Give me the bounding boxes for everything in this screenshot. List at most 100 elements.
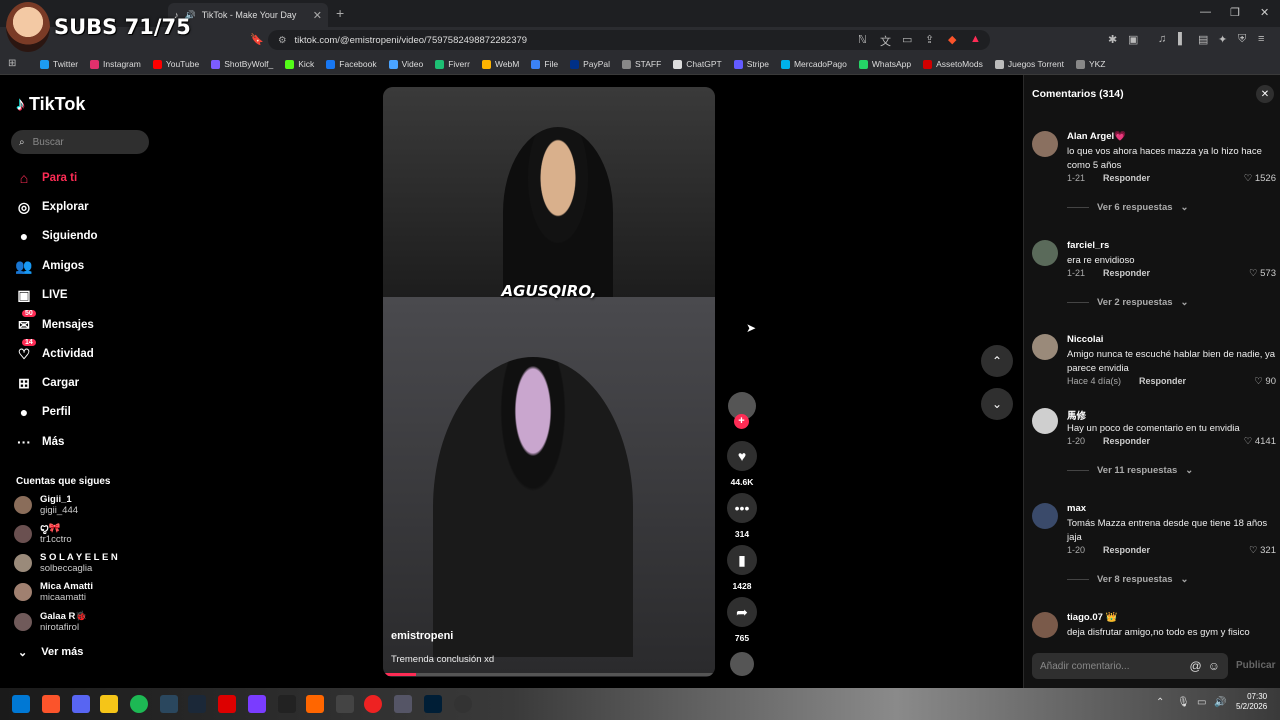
comment-button[interactable]: ••• 314 <box>726 493 758 539</box>
bookmark-item[interactable]: ChatGPT <box>667 59 727 69</box>
search-input[interactable]: ⌕ Buscar <box>11 130 149 154</box>
avatar[interactable] <box>1032 334 1058 360</box>
new-tab-button[interactable]: + <box>336 5 344 21</box>
close-tab-icon[interactable]: ✕ <box>313 9 322 22</box>
sound-disc[interactable] <box>730 652 754 676</box>
bookmark-item[interactable]: Stripe <box>728 59 775 69</box>
emoji-icon[interactable]: ☺ <box>1208 659 1220 673</box>
wallet-icon[interactable]: ▤ <box>1198 33 1208 46</box>
game-icon[interactable] <box>218 695 236 713</box>
app-icon-orange[interactable] <box>306 695 324 713</box>
following-account[interactable]: ꨄ︎🎀 tr1cctro <box>14 523 72 545</box>
close-window-button[interactable]: ✕ <box>1260 6 1269 19</box>
translate-icon[interactable]: 文 <box>880 33 891 49</box>
extensions-icon[interactable]: ✱ <box>1108 33 1117 46</box>
vpn-icon[interactable]: ⛨ <box>1238 33 1246 46</box>
comment-username[interactable]: Niccolai <box>1067 334 1103 345</box>
taskbar-clock[interactable]: 07:30 5/2/2026 <box>1236 692 1267 712</box>
share-button[interactable]: ➦ 765 <box>726 597 758 643</box>
maximize-button[interactable]: ❐ <box>1230 6 1240 19</box>
steam-icon[interactable] <box>188 695 206 713</box>
next-video-button[interactable]: ⌄ <box>981 388 1013 420</box>
sidebar-item-friends[interactable]: 👥 Amigos <box>15 258 84 274</box>
browser-tab[interactable]: ♪ 🔊 TikTok - Make Your Day ✕ <box>168 3 328 27</box>
avatar[interactable] <box>1032 612 1058 638</box>
music-icon[interactable]: ♫ <box>1158 33 1166 45</box>
avatar[interactable] <box>1032 131 1058 157</box>
previous-video-button[interactable]: ⌃ <box>981 345 1013 377</box>
reader-icon[interactable]: ℕ <box>858 33 867 46</box>
following-account[interactable]: S O L A Y E L E Nsolbeccaglia <box>14 552 118 574</box>
brave-rewards-icon[interactable]: ▲ <box>970 33 981 45</box>
cast-icon[interactable]: ▭ <box>902 33 912 46</box>
obs-icon[interactable] <box>454 695 472 713</box>
sidebar-item-home[interactable]: ⌂ Para ti <box>16 170 77 186</box>
sidebar-item-messages[interactable]: ✉ 50 Mensajes <box>16 310 94 333</box>
following-account[interactable]: Galaa R🐞 nirotafirol <box>14 611 87 633</box>
menu-icon[interactable]: ≡ <box>1258 33 1264 45</box>
sidebar-item-following[interactable]: ● Siguiendo <box>16 228 98 244</box>
sidebar-icon[interactable]: ▌ <box>1178 33 1186 45</box>
view-replies-button[interactable]: Ver 6 respuestas ⌄ <box>1067 202 1189 213</box>
mention-icon[interactable]: @ <box>1190 659 1202 673</box>
volume-icon[interactable]: 🔊 <box>1214 697 1226 708</box>
reply-button[interactable]: Responder <box>1103 173 1150 183</box>
view-replies-button[interactable]: Ver 8 respuestas ⌄ <box>1067 574 1189 585</box>
discord-icon[interactable] <box>72 695 90 713</box>
publish-button[interactable]: Publicar <box>1236 660 1275 671</box>
reply-button[interactable]: Responder <box>1139 376 1186 386</box>
app-icon-shield[interactable] <box>394 695 412 713</box>
file-explorer-icon[interactable] <box>100 695 118 713</box>
bookmark-item[interactable]: Twitter <box>34 59 84 69</box>
reply-button[interactable]: Responder <box>1103 436 1150 446</box>
sidebar-item-more[interactable]: ··· Más <box>16 434 64 450</box>
comment-username[interactable]: 馬修 <box>1067 408 1086 422</box>
comment-like-button[interactable]: ♡ 321 <box>1249 545 1276 556</box>
start-windows-icon[interactable] <box>12 695 30 713</box>
save-button[interactable]: ▮ 1428 <box>726 545 758 591</box>
bookmark-item[interactable]: Video <box>383 59 430 69</box>
bookmark-item[interactable]: WhatsApp <box>853 59 917 69</box>
brave-shield-icon[interactable]: ◆ <box>948 33 956 46</box>
comment-like-button[interactable]: ♡ 4141 <box>1244 436 1276 447</box>
network-icon[interactable]: ▭ <box>1197 697 1206 708</box>
comment-username[interactable]: max <box>1067 503 1086 514</box>
add-comment-input[interactable]: Añadir comentario... @ ☺ <box>1032 653 1228 679</box>
sidebar-item-profile[interactable]: ● Perfil <box>16 404 71 420</box>
reply-button[interactable]: Responder <box>1103 268 1150 278</box>
leo-ai-icon[interactable]: ✦ <box>1218 33 1227 46</box>
comment-username[interactable]: farciel_rs <box>1067 240 1109 251</box>
bookmark-item[interactable]: STAFF <box>616 59 667 69</box>
bookmark-item[interactable]: Juegos Torrent <box>989 59 1070 69</box>
view-replies-button[interactable]: Ver 11 respuestas ⌄ <box>1067 465 1193 476</box>
bookmark-item[interactable]: AssetoMods <box>917 59 989 69</box>
bookmark-item[interactable]: YKZ <box>1070 59 1112 69</box>
video-progress-bar[interactable] <box>383 673 715 676</box>
bookmark-item[interactable]: MercadoPago <box>775 59 853 69</box>
comment-like-button[interactable]: ♡ 1526 <box>1244 173 1276 184</box>
view-replies-button[interactable]: Ver 2 respuestas ⌄ <box>1067 297 1189 308</box>
screenshot-icon[interactable]: ▣ <box>1128 33 1138 46</box>
reply-button[interactable]: Responder <box>1103 545 1150 555</box>
video-player[interactable]: AGUSQIRO, emistropeni Tremenda conclusió… <box>383 87 715 677</box>
bookmark-item[interactable]: PayPal <box>564 59 616 69</box>
bookmark-item[interactable]: File <box>525 59 564 69</box>
capcut-icon[interactable] <box>278 695 296 713</box>
tray-chevron-icon[interactable]: ⌃ <box>1156 697 1164 708</box>
spotify-icon[interactable] <box>130 695 148 713</box>
site-info-icon[interactable]: ⚙ <box>278 35 287 46</box>
bookmark-item[interactable]: Instagram <box>84 59 147 69</box>
photoshop-icon[interactable] <box>424 695 442 713</box>
following-account[interactable]: Mica Amatti micaamatti <box>14 581 93 603</box>
video-author[interactable]: emistropeni <box>391 630 453 642</box>
sidebar-item-live[interactable]: ▣ LIVE <box>16 287 67 303</box>
bookmark-item[interactable]: WebM <box>476 59 525 69</box>
bookmark-item[interactable]: Kick <box>279 59 320 69</box>
microphone-icon[interactable]: 🎙 <box>1177 697 1190 708</box>
bookmark-item[interactable]: Facebook <box>320 59 382 69</box>
media-player-icon[interactable] <box>364 695 382 713</box>
comment-username[interactable]: Alan Argel💗 <box>1067 131 1126 142</box>
app-icon[interactable] <box>160 695 178 713</box>
bookmark-item[interactable]: YouTube <box>147 59 205 69</box>
minimize-button[interactable]: — <box>1200 6 1211 18</box>
